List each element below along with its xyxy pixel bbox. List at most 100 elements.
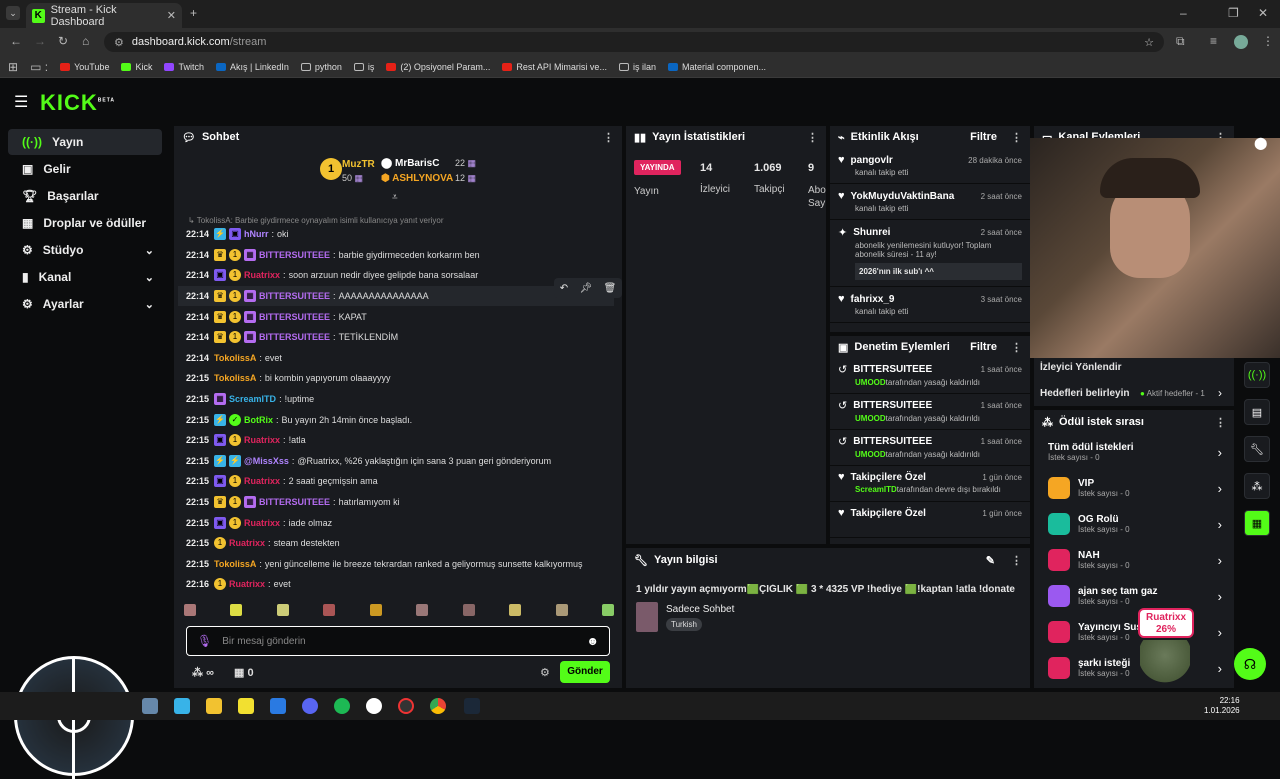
chat-message[interactable]: 22:15 TokolissA: bi kombin yapıyorum olaaa… (178, 368, 614, 389)
chat-message[interactable]: 22:14 TokolissA: evet (178, 348, 614, 369)
message-username[interactable]: Ruatrixx (229, 579, 265, 589)
reward-item[interactable]: NAH İstek sayısı - 0 › (1034, 542, 1234, 578)
raid-label[interactable]: İzleyici Yönlendir (1040, 362, 1122, 373)
send-button[interactable]: Gönder (560, 661, 610, 683)
chat-message[interactable]: 22:14 ▣ 1 Ruatrixx: soon arzuun nedir diyee … (178, 265, 614, 286)
broadcast-icon[interactable]: ((·)) (1244, 362, 1270, 388)
extensions-icon[interactable]: ⧉ (1176, 34, 1185, 49)
filter-button[interactable]: Filtre (970, 131, 997, 143)
bookmark-linkedin[interactable]: Akış | LinkedIn (215, 62, 289, 72)
event-username[interactable]: Shunrei (853, 227, 890, 238)
points-icon[interactable]: ⁂ (1244, 473, 1270, 499)
message-username[interactable]: BotRix (244, 415, 273, 425)
media-icon[interactable]: ≡ (1210, 34, 1217, 48)
more-options-icon[interactable]: ⋮ (1215, 416, 1226, 429)
chatgpt-icon[interactable] (366, 698, 382, 714)
reward-item[interactable]: ajan seç tam gaz İstek sayısı - 0 › (1034, 578, 1234, 614)
sidebar-item-droplar[interactable]: ▦ Droplar ve ödüller (8, 210, 162, 236)
chat-message[interactable]: 22:15 1 Ruatrixx: steam destekten (178, 533, 614, 554)
top-gifter-name[interactable]: MuzTR (342, 159, 375, 170)
moderator-name[interactable]: UMOOD (855, 378, 886, 387)
activity-event[interactable]: ♥ fahrixx_9 3 saat önce kanalı takip etti (830, 287, 1030, 323)
moderation-action[interactable]: ↺ BITTERSUITEEE 1 saat önce UMOODtarafından… (830, 430, 1030, 466)
tab-list-icon[interactable]: ⌄ (6, 6, 20, 20)
url-bar[interactable]: ⚙ dashboard.kick.com/stream ☆ (104, 32, 1164, 52)
sidebar-item-basarilar[interactable]: 🏆︎ Başarılar (8, 183, 162, 209)
close-window-icon[interactable]: ✕ (1258, 6, 1268, 20)
back-icon[interactable]: ← (10, 34, 22, 48)
sidebar-item-kanal[interactable]: ▮ Kanal ⌄ (8, 264, 162, 290)
emote-icon[interactable] (555, 604, 568, 616)
chat-message[interactable]: 22:14 ♛ 1 ▦ BITTERSUITEEE: KAPAT (178, 306, 614, 327)
message-username[interactable]: BITTERSUITEEE (259, 291, 330, 301)
chat-message[interactable]: 22:14 ⚡ ▣ hNurr: oki (178, 224, 614, 245)
message-username[interactable]: TokolissA (214, 353, 256, 363)
expand-leaderboard-icon[interactable]: ⩡ (392, 192, 398, 203)
pin-icon[interactable]: 📌︎ (579, 283, 592, 294)
minimize-icon[interactable]: – (1180, 6, 1187, 20)
chat-message[interactable]: 22:15 ♛ 1 ▦ BITTERSUITEEE: hatırlamıyom ki (178, 492, 614, 513)
message-username[interactable]: TokolissA (214, 373, 256, 383)
bookmark-opsiyonel[interactable]: (2) Opsiyonel Param... (386, 62, 490, 72)
spotify-icon[interactable] (334, 698, 350, 714)
gifter-row[interactable]: ⬢ ASHLYNOVA (381, 173, 453, 184)
delete-icon[interactable]: 🗑︎ (604, 283, 617, 294)
chat-input[interactable]: 🎙︎ Bir mesaj gönderin ☻ (186, 626, 610, 656)
emote-icon[interactable] (369, 604, 382, 616)
layout-icon[interactable]: ▤ (1244, 399, 1270, 425)
reward-item[interactable]: şarkı isteği İstek sayısı - 0 › (1034, 650, 1234, 686)
chat-settings-icon[interactable]: ⚙ (540, 666, 550, 679)
emote-icon[interactable] (323, 604, 336, 616)
emote-icon[interactable] (509, 604, 522, 616)
message-username[interactable]: hNurr (244, 229, 269, 239)
film-icon[interactable]: ▦ (1244, 510, 1270, 536)
bookmark-star-icon[interactable]: ☆ (1144, 36, 1154, 49)
moderation-action[interactable]: ♥ Takipçilere Özel 1 gün önce ScreamITDtara… (830, 466, 1030, 502)
emoji-icon[interactable]: ☻ (586, 634, 599, 648)
message-username[interactable]: @MissXss (244, 456, 289, 466)
mail-icon[interactable] (270, 698, 286, 714)
edit-icon[interactable]: ✎ (986, 554, 995, 567)
message-username[interactable]: BITTERSUITEEE (259, 497, 330, 507)
moderator-name[interactable]: UMOOD (855, 450, 886, 459)
filter-button[interactable]: Filtre (970, 341, 997, 353)
sidebar-item-studyo[interactable]: ⚙ Stüdyo ⌄ (8, 237, 162, 263)
folder-icon[interactable]: ▭ : (30, 60, 48, 74)
chevron-right-icon[interactable]: › (1218, 386, 1222, 400)
sidebar-item-ayarlar[interactable]: ⚙ Ayarlar ⌄ (8, 291, 162, 317)
emote-icon[interactable] (416, 604, 429, 616)
message-username[interactable]: Ruatrixx (229, 538, 265, 548)
reload-icon[interactable]: ↻ (58, 34, 68, 48)
reward-item[interactable]: OG Rolü İstek sayısı - 0 › (1034, 506, 1234, 542)
category-name[interactable]: Sadece Sohbet (666, 604, 734, 615)
channel-points[interactable]: ⁂ ∞ (192, 666, 214, 679)
forward-icon[interactable]: → (34, 34, 46, 48)
moderator-name[interactable]: UMOOD (855, 414, 886, 423)
emote-icon[interactable] (601, 604, 614, 616)
steam-icon[interactable] (464, 698, 480, 714)
moderation-target[interactable]: Takipçilere Özel (851, 508, 926, 519)
message-username[interactable]: Ruatrixx (244, 518, 280, 528)
goals-label[interactable]: Hedefleri belirleyin (1040, 388, 1129, 399)
hamburger-menu-icon[interactable]: ☰ (14, 92, 28, 112)
chat-message[interactable]: 22:14 ♛ 1 ▦ BITTERSUITEEE: barbie giydirmeced… (178, 245, 614, 266)
browser-menu-icon[interactable]: ⋮ (1262, 34, 1274, 48)
taskbar-clock[interactable]: 22:16 1.01.2026 (1204, 696, 1240, 716)
activity-event[interactable]: ✦ Shunrei 2 saat önce abonelik yenilemesini… (830, 220, 1030, 287)
chat-message[interactable]: 22:15 TokolissA: yeni güncelleme ile breez… (178, 554, 614, 575)
mic-icon[interactable]: 🎙︎ (197, 634, 212, 648)
reward-item[interactable]: Yayıncıyı Sus İstek sayısı - 0 › (1034, 614, 1234, 650)
moderation-target[interactable]: BITTERSUITEEE (853, 400, 932, 411)
more-options-icon[interactable]: ⋮ (1011, 131, 1022, 144)
more-options-icon[interactable]: ⋮ (603, 131, 614, 144)
message-username[interactable]: ScreamITD (229, 394, 276, 404)
message-username[interactable]: Ruatrixx (244, 270, 280, 280)
moderation-action[interactable]: ↺ BITTERSUITEEE 1 saat önce UMOODtarafından… (830, 358, 1030, 394)
message-username[interactable]: BITTERSUITEEE (259, 312, 330, 322)
reply-icon[interactable]: ↶ (560, 283, 568, 294)
category-thumbnail[interactable] (636, 602, 658, 632)
taskbar-app-icon[interactable] (174, 698, 190, 714)
wrench-icon[interactable]: 🔧︎ (1244, 436, 1270, 462)
taskbar-app-icon[interactable] (238, 698, 254, 714)
sidebar-item-gelir[interactable]: ▣ Gelir (8, 156, 162, 182)
